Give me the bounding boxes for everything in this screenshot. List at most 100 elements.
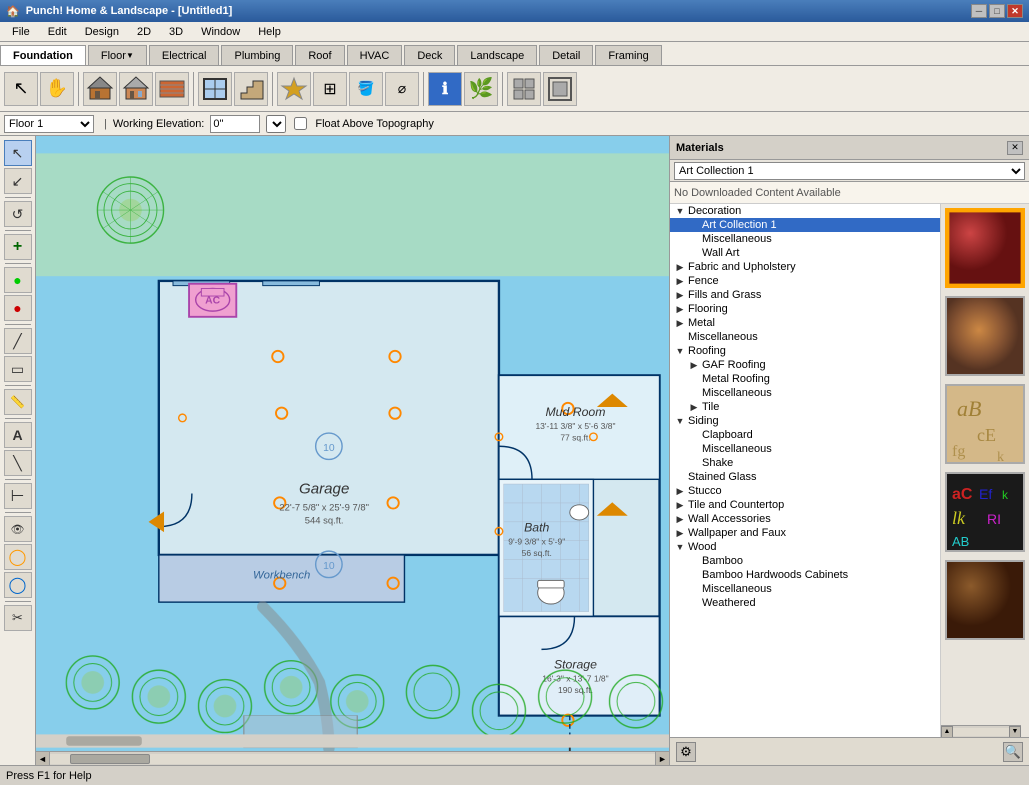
toolbar-stairs[interactable] [234, 72, 268, 106]
menu-3d[interactable]: 3D [161, 24, 191, 40]
preview-swatch-3[interactable]: aB cE fg k [945, 384, 1025, 464]
menu-edit[interactable]: Edit [40, 24, 75, 40]
tree-item-decoration[interactable]: ▼ Decoration [670, 204, 940, 218]
tree-item-roofing[interactable]: ▼ Roofing [670, 344, 940, 358]
tab-floor[interactable]: Floor [88, 45, 147, 65]
tree-item-flooring[interactable]: ▶ Flooring [670, 302, 940, 316]
tool-circle-orange[interactable]: ◯ [4, 544, 32, 570]
tool-text[interactable]: A [4, 422, 32, 448]
tree-item-gaf-roofing[interactable]: ▶ GAF Roofing [670, 358, 940, 372]
tab-framing[interactable]: Framing [595, 45, 661, 65]
preview-scroll-up[interactable]: ▲ [941, 726, 953, 738]
preview-panel[interactable]: aB cE fg k aC Ef k lk RI AB [941, 204, 1029, 737]
art-collection-select[interactable]: Art Collection 1 [674, 162, 1025, 180]
tree-item-clapboard[interactable]: Clapboard [670, 428, 940, 442]
expander-flooring[interactable]: ▶ [674, 303, 686, 315]
tree-item-siding[interactable]: ▼ Siding [670, 414, 940, 428]
toolbar-brick[interactable] [155, 72, 189, 106]
menu-2d[interactable]: 2D [129, 24, 159, 40]
tool-diag[interactable]: ╲ [4, 450, 32, 476]
expander-fabric[interactable]: ▶ [674, 261, 686, 273]
tree-item-wall-accessories[interactable]: ▶ Wall Accessories [670, 512, 940, 526]
menu-window[interactable]: Window [193, 24, 248, 40]
tree-item-fence[interactable]: ▶ Fence [670, 274, 940, 288]
expander-stucco[interactable]: ▶ [674, 485, 686, 497]
toolbar-hand[interactable]: ✋ [40, 72, 74, 106]
toolbar-cup[interactable]: 🪣 [349, 72, 383, 106]
tree-item-miscellaneous[interactable]: Miscellaneous [670, 330, 940, 344]
expander-tile[interactable]: ▶ [688, 401, 700, 413]
working-elevation-input[interactable] [210, 115, 260, 133]
preview-swatch-5[interactable] [945, 560, 1025, 640]
tab-detail[interactable]: Detail [539, 45, 593, 65]
tool-rotate[interactable]: ↺ [4, 201, 32, 227]
materials-close-button[interactable]: ✕ [1007, 141, 1023, 155]
toolbar-grid[interactable]: ⊞ [313, 72, 347, 106]
toolbar-view2[interactable] [543, 72, 577, 106]
preview-swatch-2[interactable] [945, 296, 1025, 376]
tree-item-tile[interactable]: ▶ Tile [670, 400, 940, 414]
tree-item-wallpaper-faux[interactable]: ▶ Wallpaper and Faux [670, 526, 940, 540]
expander-roofing[interactable]: ▼ [674, 345, 686, 357]
panel-search-icon[interactable]: 🔍 [1003, 742, 1023, 762]
tool-eye[interactable]: 👁 [4, 516, 32, 542]
tab-plumbing[interactable]: Plumbing [221, 45, 293, 65]
titlebar-controls[interactable]: ─ □ ✕ [971, 4, 1023, 18]
toolbar-house2[interactable] [119, 72, 153, 106]
toolbar-window[interactable] [198, 72, 232, 106]
scroll-right[interactable]: ► [655, 752, 669, 766]
preview-swatch-1[interactable] [945, 208, 1025, 288]
tree-item-wood[interactable]: ▼ Wood [670, 540, 940, 554]
expander-fence[interactable]: ▶ [674, 275, 686, 287]
minimize-button[interactable]: ─ [971, 4, 987, 18]
tree-item-art-collection-1[interactable]: Art Collection 1 [670, 218, 940, 232]
tool-knife[interactable]: ✂ [4, 605, 32, 631]
tree-item-metal[interactable]: ▶ Metal [670, 316, 940, 330]
expander-decoration[interactable]: ▼ [674, 205, 686, 217]
expander-wood[interactable]: ▼ [674, 541, 686, 553]
preview-swatch-4[interactable]: aC Ef k lk RI AB [945, 472, 1025, 552]
menu-help[interactable]: Help [250, 24, 289, 40]
toolbar-house1[interactable] [83, 72, 117, 106]
tool-circle-blue[interactable]: ◯ [4, 572, 32, 598]
tree-item-miscellaneous-dec[interactable]: Miscellaneous [670, 232, 940, 246]
expander-gaf-roofing[interactable]: ▶ [688, 359, 700, 371]
tab-deck[interactable]: Deck [404, 45, 455, 65]
tree-item-tile-countertop[interactable]: ▶ Tile and Countertop [670, 498, 940, 512]
maximize-button[interactable]: □ [989, 4, 1005, 18]
expander-metal[interactable]: ▶ [674, 317, 686, 329]
panel-settings-icon[interactable]: ⚙ [676, 742, 696, 762]
toolbar-view1[interactable] [507, 72, 541, 106]
tool-dot-red[interactable]: ● [4, 295, 32, 321]
menu-design[interactable]: Design [77, 24, 127, 40]
tree-item-miscellaneous-sid[interactable]: Miscellaneous [670, 442, 940, 456]
tree-item-fabric[interactable]: ▶ Fabric and Upholstery [670, 260, 940, 274]
tool-direct-select[interactable]: ↙ [4, 168, 32, 194]
toolbar-spool[interactable]: ⌀ [385, 72, 419, 106]
elevation-dropdown[interactable]: ▼ [266, 115, 286, 133]
tree-panel[interactable]: ▼ Decoration Art Collection 1 Miscellane… [670, 204, 941, 737]
scroll-thumb-h[interactable] [70, 754, 150, 764]
expander-tile-countertop[interactable]: ▶ [674, 499, 686, 511]
tab-hvac[interactable]: HVAC [347, 45, 403, 65]
tool-add-point[interactable]: + [4, 234, 32, 260]
tool-select[interactable]: ↖ [4, 140, 32, 166]
float-checkbox[interactable] [294, 117, 307, 130]
tool-dot-green[interactable]: ● [4, 267, 32, 293]
tree-item-metal-roofing[interactable]: Metal Roofing [670, 372, 940, 386]
close-button[interactable]: ✕ [1007, 4, 1023, 18]
scroll-left[interactable]: ◄ [36, 752, 50, 766]
tree-item-miscellaneous-roof[interactable]: Miscellaneous [670, 386, 940, 400]
tool-h-divider[interactable]: ⊢ [4, 483, 32, 509]
tool-draw[interactable]: ╱ [4, 328, 32, 354]
menu-file[interactable]: File [4, 24, 38, 40]
tool-rect[interactable]: ▭ [4, 356, 32, 382]
tree-item-stucco[interactable]: ▶ Stucco [670, 484, 940, 498]
tree-item-wall-art[interactable]: Wall Art [670, 246, 940, 260]
toolbar-plant[interactable]: 🌿 [464, 72, 498, 106]
tree-item-stained-glass[interactable]: Stained Glass [670, 470, 940, 484]
expander-fills-grass[interactable]: ▶ [674, 289, 686, 301]
toolbar-pointer[interactable]: ↖ [4, 72, 38, 106]
canvas-area[interactable]: AC Garage 22'-7 5/8" x 25'-9 7/8" 544 sq… [36, 136, 669, 765]
tree-item-bamboo[interactable]: Bamboo [670, 554, 940, 568]
